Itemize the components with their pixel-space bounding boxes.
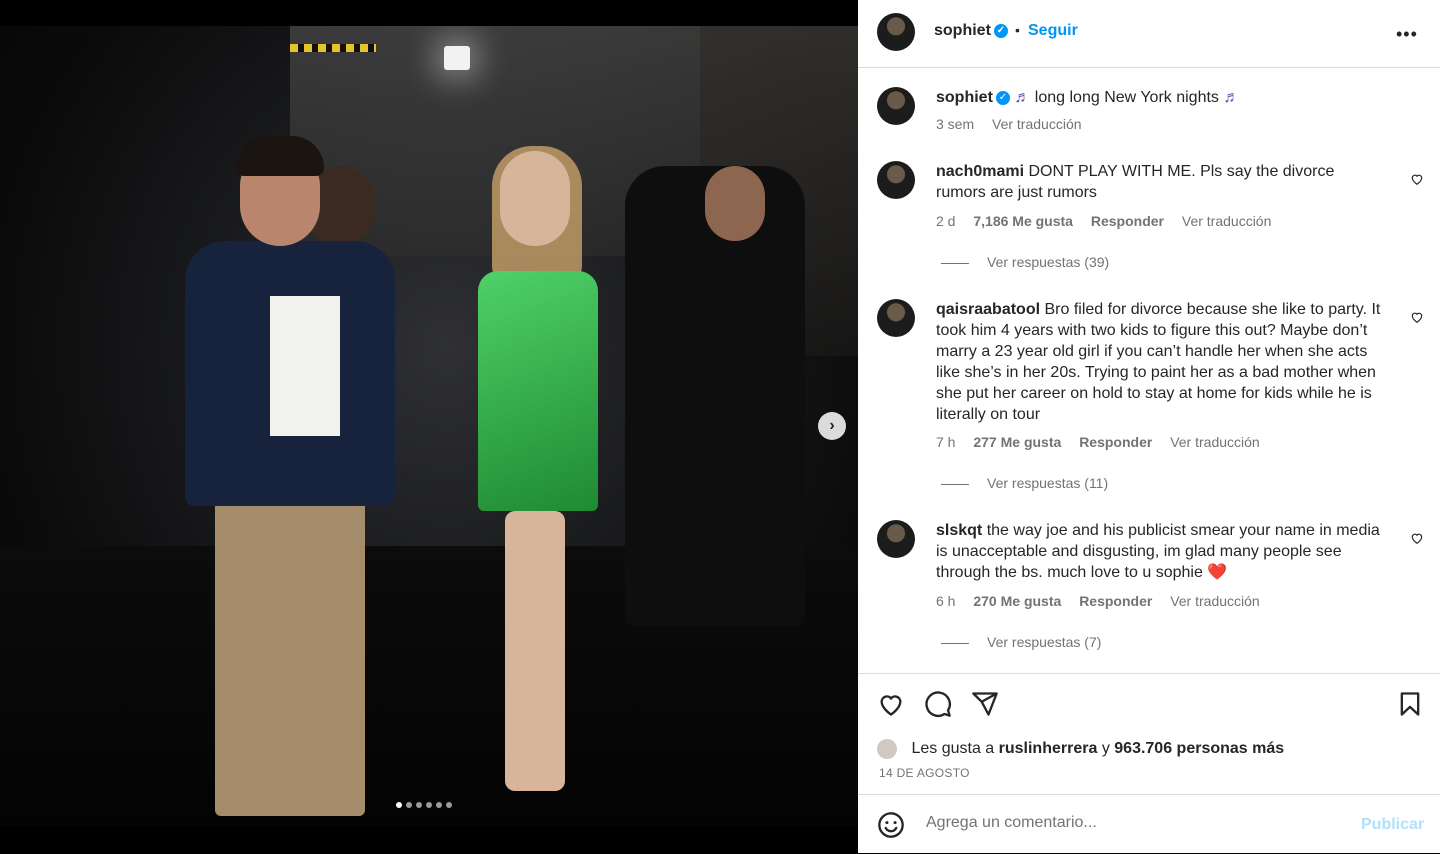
caption-username[interactable]: sophiet bbox=[936, 89, 993, 106]
translate-link[interactable]: Ver traducción bbox=[1170, 434, 1260, 450]
carousel-dot bbox=[416, 802, 422, 808]
comment-username[interactable]: qaisraabatool bbox=[936, 301, 1040, 318]
translate-link[interactable]: Ver traducción bbox=[1170, 593, 1260, 609]
post-header: sophiet ✓ • Seguir ••• bbox=[858, 0, 1440, 68]
avatar bbox=[877, 739, 897, 759]
post-sidebar: sophiet ✓ • Seguir ••• sophiet ✓ ♬ long lo… bbox=[858, 0, 1440, 853]
reply-button[interactable]: Responder bbox=[1091, 213, 1164, 229]
likes-others[interactable]: 963.706 personas más bbox=[1114, 740, 1284, 757]
comment-input[interactable] bbox=[924, 813, 1348, 833]
heart-icon[interactable] bbox=[1410, 531, 1424, 545]
separator-dot: • bbox=[1015, 22, 1020, 38]
comment-username[interactable]: nach0mami bbox=[936, 163, 1024, 180]
comment-text: the way joe and his publicist smear your… bbox=[936, 522, 1380, 581]
verified-icon: ✓ bbox=[993, 23, 1008, 38]
likes-prefix: Les gusta a bbox=[911, 740, 995, 758]
verified-icon: ✓ bbox=[995, 90, 1010, 105]
comment-text: Bro filed for divorce because she like t… bbox=[936, 301, 1381, 423]
caption-text: long long New York nights bbox=[1034, 89, 1219, 106]
carousel-dot bbox=[446, 802, 452, 808]
emoji-icon[interactable] bbox=[877, 811, 905, 839]
heart-icon[interactable] bbox=[1410, 310, 1424, 324]
carousel-next-button[interactable]: › bbox=[818, 412, 846, 440]
heart-icon[interactable] bbox=[1410, 172, 1424, 186]
carousel-dot bbox=[396, 802, 402, 808]
comment-time: 2 d bbox=[936, 213, 956, 229]
comment-username[interactable]: slskqt bbox=[936, 522, 982, 539]
action-bar bbox=[858, 673, 1440, 717]
music-note-icon: ♬ bbox=[1223, 89, 1240, 106]
comment-likes[interactable]: 277 Me gusta bbox=[973, 434, 1061, 450]
view-replies-button[interactable]: Ver respuestas (39) bbox=[941, 254, 1109, 270]
comment-time: 6 h bbox=[936, 593, 956, 609]
likes-middle: y bbox=[1101, 740, 1110, 758]
post-date: 14 DE AGOSTO bbox=[879, 766, 970, 780]
avatar[interactable] bbox=[877, 13, 915, 51]
carousel-dot bbox=[436, 802, 442, 808]
view-replies-label: Ver respuestas (39) bbox=[987, 254, 1110, 270]
comment-likes[interactable]: 7,186 Me gusta bbox=[973, 213, 1073, 229]
share-icon[interactable] bbox=[971, 690, 999, 718]
post-photo bbox=[0, 26, 858, 826]
avatar[interactable] bbox=[877, 520, 915, 558]
heart-icon[interactable] bbox=[877, 690, 905, 718]
view-replies-button[interactable]: Ver respuestas (11) bbox=[941, 475, 1108, 491]
follow-button[interactable]: Seguir bbox=[1028, 22, 1078, 40]
view-replies-label: Ver respuestas (7) bbox=[987, 634, 1102, 650]
comment-likes[interactable]: 270 Me gusta bbox=[973, 593, 1061, 609]
avatar[interactable] bbox=[877, 161, 915, 199]
carousel-dot bbox=[426, 802, 432, 808]
save-icon[interactable] bbox=[1396, 690, 1424, 718]
more-options-button[interactable]: ••• bbox=[1396, 24, 1418, 45]
comment-composer: Publicar bbox=[858, 794, 1440, 854]
avatar[interactable] bbox=[877, 87, 915, 125]
likes-user[interactable]: ruslinherrera bbox=[999, 740, 1098, 757]
comment-time: 7 h bbox=[936, 434, 956, 450]
carousel-indicator bbox=[396, 802, 452, 808]
view-replies-label: Ver respuestas (11) bbox=[987, 475, 1109, 491]
translate-link[interactable]: Ver traducción bbox=[1182, 213, 1272, 229]
avatar[interactable] bbox=[877, 299, 915, 337]
likes-summary: Les gusta a ruslinherrera y 963.706 pers… bbox=[877, 739, 1284, 759]
carousel-dot bbox=[406, 802, 412, 808]
music-note-icon: ♬ bbox=[1014, 89, 1031, 106]
comment-icon[interactable] bbox=[924, 690, 952, 718]
media-panel: › bbox=[0, 0, 858, 853]
translate-link[interactable]: Ver traducción bbox=[992, 116, 1082, 132]
post-caption: sophiet ✓ ♬ long long New York nights ♬ 3… bbox=[936, 87, 1239, 135]
author-username[interactable]: sophiet bbox=[934, 22, 991, 39]
heart-emoji-icon: ❤️ bbox=[1207, 564, 1228, 581]
caption-time: 3 sem bbox=[936, 116, 975, 132]
publish-button[interactable]: Publicar bbox=[1361, 816, 1424, 834]
reply-button[interactable]: Responder bbox=[1079, 434, 1152, 450]
reply-button[interactable]: Responder bbox=[1079, 593, 1152, 609]
view-replies-button[interactable]: Ver respuestas (7) bbox=[941, 634, 1101, 650]
chevron-right-icon: › bbox=[829, 417, 835, 434]
